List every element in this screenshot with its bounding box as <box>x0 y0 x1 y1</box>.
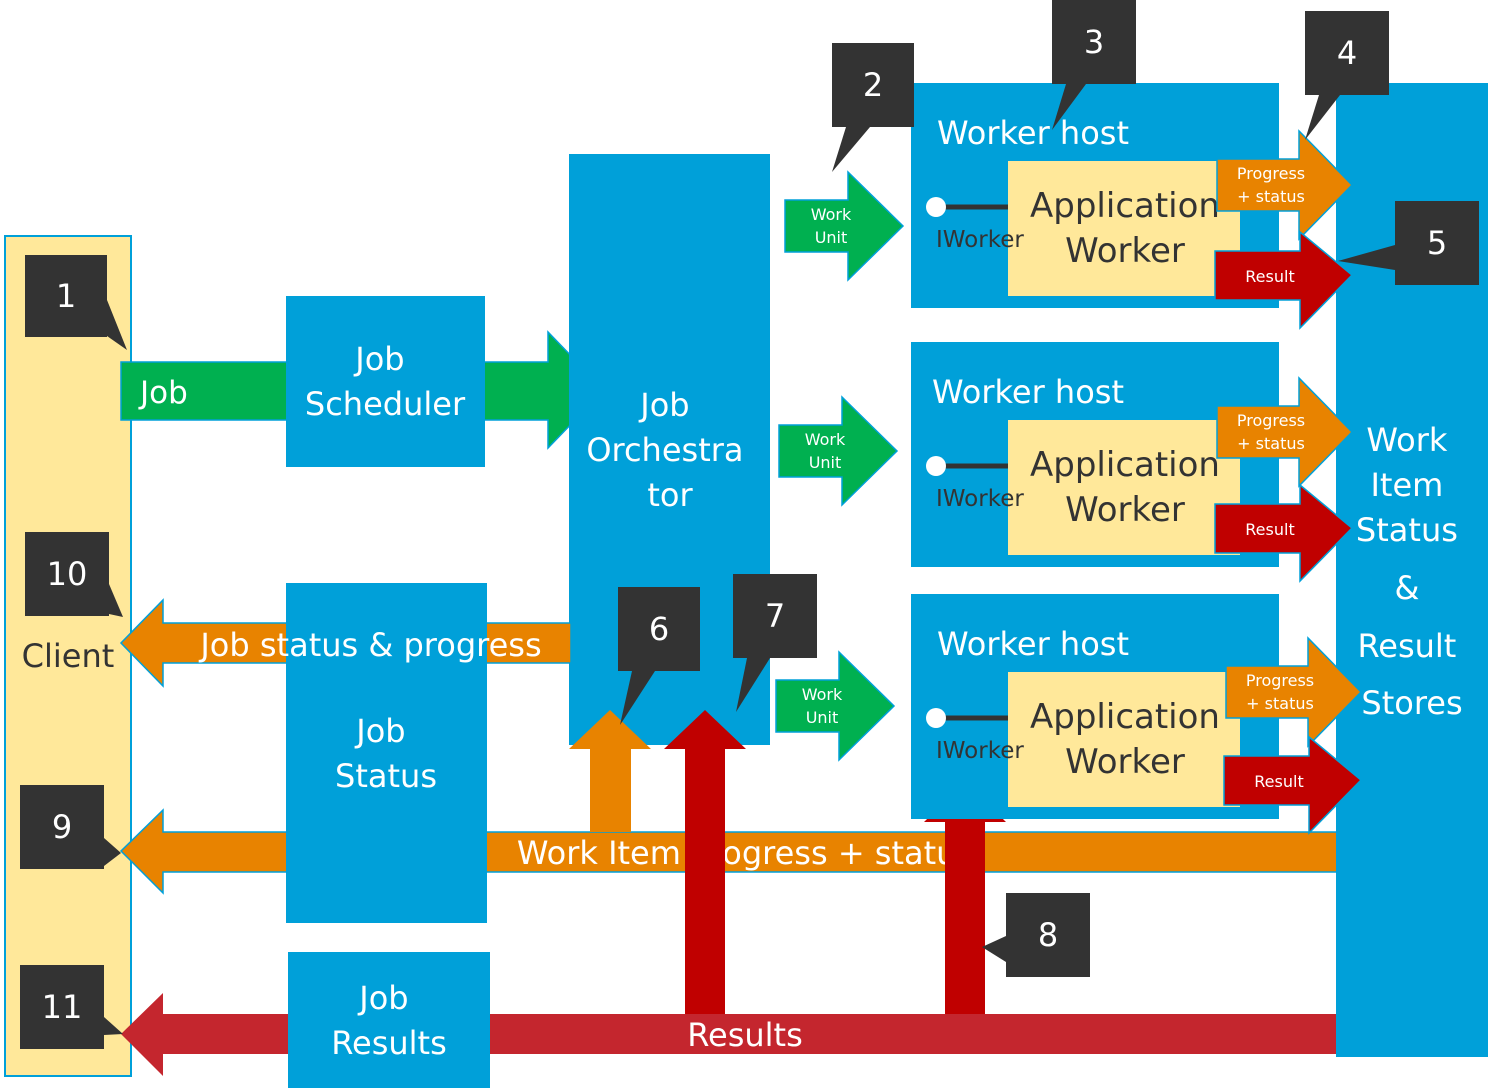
client-label: Client <box>22 637 115 675</box>
application-worker-label: Application <box>1030 445 1220 485</box>
application-worker-box <box>1008 161 1240 296</box>
callout-number: 2 <box>863 66 883 104</box>
callout-number: 3 <box>1084 23 1104 61</box>
worker-host-3[interactable]: Work Unit Worker host Application Worker IWor… <box>775 594 1363 835</box>
progress-status-label: + status <box>1237 187 1305 206</box>
progress-status-label: + status <box>1246 694 1314 713</box>
callout-10: 10 <box>25 532 123 617</box>
callout-number: 7 <box>765 597 785 635</box>
progress-status-label: + status <box>1237 434 1305 453</box>
interface-label: IWorker <box>936 227 1024 253</box>
job-scheduler-box[interactable] <box>286 296 485 467</box>
application-worker-box <box>1008 672 1240 807</box>
interface-lollipop-icon <box>926 708 946 728</box>
work-unit-label: Work <box>802 685 843 704</box>
callout-number: 11 <box>42 988 83 1026</box>
job-status-progress-label: Job status & progress <box>198 626 541 664</box>
callout-number: 8 <box>1038 916 1058 954</box>
interface-label: IWorker <box>936 738 1024 764</box>
work-unit-label: Unit <box>806 708 839 727</box>
interface-lollipop-icon <box>926 456 946 476</box>
architecture-diagram: Client Job Job Scheduler Job Orchestra t… <box>4 0 1488 1088</box>
work-unit-label: Work <box>811 205 852 224</box>
result-label: Result <box>1254 772 1303 791</box>
job-results-box[interactable] <box>288 952 490 1088</box>
interface-lollipop-icon <box>926 197 946 217</box>
work-unit-label: Work <box>805 430 846 449</box>
result-label: Result <box>1245 267 1294 286</box>
work-unit-label: Unit <box>815 228 848 247</box>
application-worker-label: Application <box>1030 186 1220 226</box>
callout-number: 6 <box>649 610 669 648</box>
application-worker-box <box>1008 420 1240 555</box>
worker-hosts: Work Unit Worker host Application Worker IWor… <box>775 83 1363 835</box>
work-unit-arrow <box>778 395 899 507</box>
callout-pointer <box>832 127 870 172</box>
worker-host-2[interactable]: Work Unit Worker host Application Worker IWor… <box>778 342 1354 583</box>
worker-host-title: Worker host <box>932 373 1124 411</box>
callout-8: 8 <box>982 893 1090 977</box>
application-worker-label: Worker <box>1065 231 1185 271</box>
callout-number: 10 <box>47 555 88 593</box>
application-worker-label: Worker <box>1065 742 1185 782</box>
results-label: Results <box>687 1016 803 1054</box>
callout-pointer <box>982 936 1006 962</box>
work-item-progress-label: Work Item Progress + status <box>517 834 973 872</box>
work-unit-label: Unit <box>809 453 842 472</box>
callout-number: 4 <box>1337 34 1357 72</box>
result-label: Result <box>1245 520 1294 539</box>
callout-2: 2 <box>832 43 914 172</box>
application-worker-label: Worker <box>1065 490 1185 530</box>
progress-status-label: Progress <box>1237 164 1305 183</box>
interface-label: IWorker <box>936 486 1024 512</box>
worker-host-title: Worker host <box>937 625 1129 663</box>
work-unit-arrow <box>784 170 905 282</box>
callout-number: 5 <box>1427 224 1447 262</box>
callout-number: 9 <box>52 808 72 846</box>
progress-status-label: Progress <box>1237 411 1305 430</box>
application-worker-label: Application <box>1030 697 1220 737</box>
callout-number: 1 <box>56 277 76 315</box>
callout-pointer <box>1305 95 1340 140</box>
progress-status-label: Progress <box>1246 671 1314 690</box>
work-unit-arrow <box>775 650 896 762</box>
job-arrow-label: Job <box>138 375 188 411</box>
worker-host-title: Worker host <box>937 114 1129 152</box>
job-status-box-overlay <box>286 820 487 923</box>
